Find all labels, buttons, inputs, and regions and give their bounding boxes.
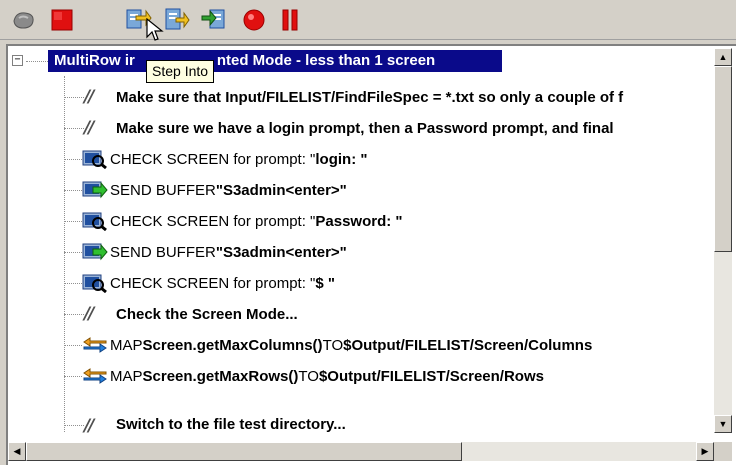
map-icon — [83, 368, 107, 384]
vertical-scroll-thumb[interactable] — [714, 66, 732, 252]
root-label-left: MultiRow ir — [54, 52, 135, 69]
row-value: "S3admin<enter>" — [215, 181, 347, 199]
row-value: Screen.getMaxRows() — [142, 367, 299, 385]
pause-button[interactable] — [276, 6, 304, 34]
scroll-right-button[interactable]: ▶ — [696, 442, 714, 461]
step-out-button[interactable] — [200, 6, 228, 34]
tree-row-comment[interactable]: // Switch to the file test directory... — [64, 412, 736, 438]
row-value: Screen.getMaxColumns() — [142, 336, 323, 354]
row-text: CHECK SCREEN for prompt: " — [110, 150, 316, 168]
comment-icon: // — [84, 416, 94, 436]
step-out-icon — [201, 9, 225, 29]
send-buffer-icon — [82, 243, 108, 261]
map-icon — [83, 337, 107, 353]
tree-row-check-screen[interactable]: CHECK SCREEN for prompt: " $ " — [64, 268, 736, 298]
check-screen-icon — [82, 150, 107, 169]
tree-row-send-buffer[interactable]: SEND BUFFER "S3admin<enter>" — [64, 175, 736, 205]
pause-icon — [282, 9, 298, 31]
tree-root-node[interactable]: MultiRow ir nted Mode - less than 1 scree… — [48, 50, 502, 72]
tree-row-check-screen[interactable]: CHECK SCREEN for prompt: " Password: " — [64, 206, 736, 236]
root-label-right: nted Mode - less than 1 screen — [216, 52, 436, 69]
vertical-scrollbar[interactable]: ▲ ▼ — [714, 48, 732, 433]
row-text: MAP — [110, 367, 143, 385]
tree-row-map[interactable]: MAP Screen.getMaxColumns() TO $Output/FI… — [64, 330, 736, 360]
red-square-icon — [51, 9, 73, 31]
tree-connector — [26, 61, 48, 62]
scroll-left-button[interactable]: ◀ — [8, 442, 26, 461]
check-screen-icon — [82, 212, 107, 231]
row-mid: TO — [322, 336, 344, 354]
scroll-down-button[interactable]: ▼ — [714, 415, 732, 433]
row-mid: TO — [298, 367, 319, 385]
row-text: SEND BUFFER — [110, 181, 216, 199]
row-text: CHECK SCREEN for prompt: " — [110, 212, 316, 230]
row-value: "S3admin<enter>" — [215, 243, 347, 261]
gray-shape-icon — [13, 12, 34, 29]
row-text: MAP — [110, 336, 143, 354]
row-text: Make sure we have a login prompt, then a… — [116, 119, 614, 137]
debug-toolbar — [0, 0, 736, 41]
stop-button[interactable] — [48, 6, 76, 34]
scroll-up-button[interactable]: ▲ — [714, 48, 732, 66]
reset-button[interactable] — [10, 6, 38, 34]
comment-icon: // — [84, 87, 94, 107]
comment-icon: // — [84, 118, 94, 138]
step-over-button[interactable] — [162, 6, 190, 34]
check-screen-icon — [82, 274, 107, 293]
row-text: Check the Screen Mode... — [116, 305, 298, 323]
tree-row-comment[interactable]: // Make sure we have a login prompt, the… — [64, 113, 736, 143]
collapse-expander[interactable]: − — [12, 55, 23, 66]
row-text: Switch to the file test directory... — [116, 416, 346, 433]
scrollbar-corner — [714, 442, 732, 461]
row-text: Make sure that Input/FILELIST/FindFileSp… — [116, 88, 624, 106]
horizontal-scrollbar[interactable]: ◀ ▶ — [8, 442, 714, 461]
horizontal-scroll-thumb[interactable] — [26, 442, 462, 461]
send-buffer-icon — [82, 181, 108, 199]
tree-row-comment[interactable]: // Check the Screen Mode... — [64, 299, 736, 329]
tree-row-map[interactable]: MAP Screen.getMaxRows() TO $Output/FILEL… — [64, 361, 736, 391]
row-target: $Output/FILELIST/Screen/Rows — [318, 367, 544, 385]
row-value: Password: " — [315, 212, 403, 230]
step-over-icon — [165, 8, 190, 30]
row-text: CHECK SCREEN for prompt: " — [110, 274, 316, 292]
tree-row-send-buffer[interactable]: SEND BUFFER "S3admin<enter>" — [64, 237, 736, 267]
row-value: login: " — [315, 150, 368, 168]
tooltip: Step Into — [146, 60, 215, 83]
row-target: $Output/FILELIST/Screen/Columns — [343, 336, 593, 354]
red-circle-icon — [243, 9, 265, 31]
row-text: SEND BUFFER — [110, 243, 216, 261]
tree-row-comment[interactable]: // Make sure that Input/FILELIST/FindFil… — [64, 82, 736, 112]
row-value: $ " — [315, 274, 335, 292]
record-button[interactable] — [240, 6, 268, 34]
comment-icon: // — [84, 304, 94, 324]
mouse-cursor-icon — [146, 18, 164, 41]
tree-row-check-screen[interactable]: CHECK SCREEN for prompt: " login: " — [64, 144, 736, 174]
